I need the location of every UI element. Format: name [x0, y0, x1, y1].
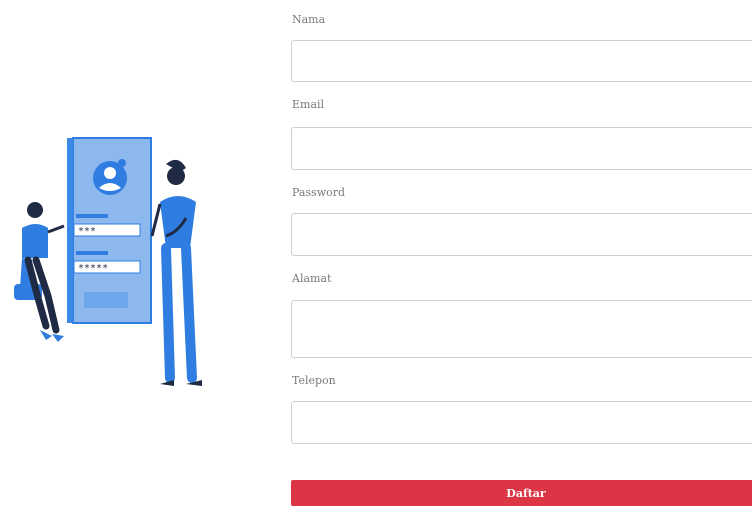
- login-illustration-icon: *** *****: [8, 128, 208, 390]
- password-label: Password: [292, 186, 346, 199]
- masked-code-short: ***: [78, 226, 96, 237]
- masked-code-long: *****: [78, 263, 108, 274]
- nama-input[interactable]: [291, 40, 752, 82]
- registration-form: Nama Email Password Alamat Telepon Dafta…: [291, 0, 752, 506]
- daftar-button[interactable]: Daftar: [291, 480, 752, 506]
- alamat-label: Alamat: [292, 272, 332, 285]
- email-label: Email: [292, 98, 325, 111]
- email-input[interactable]: [291, 127, 752, 170]
- nama-label: Nama: [292, 13, 326, 26]
- telepon-label: Telepon: [292, 374, 336, 387]
- password-input[interactable]: [291, 213, 752, 256]
- alamat-textarea[interactable]: [291, 300, 752, 358]
- telepon-input[interactable]: [291, 401, 752, 444]
